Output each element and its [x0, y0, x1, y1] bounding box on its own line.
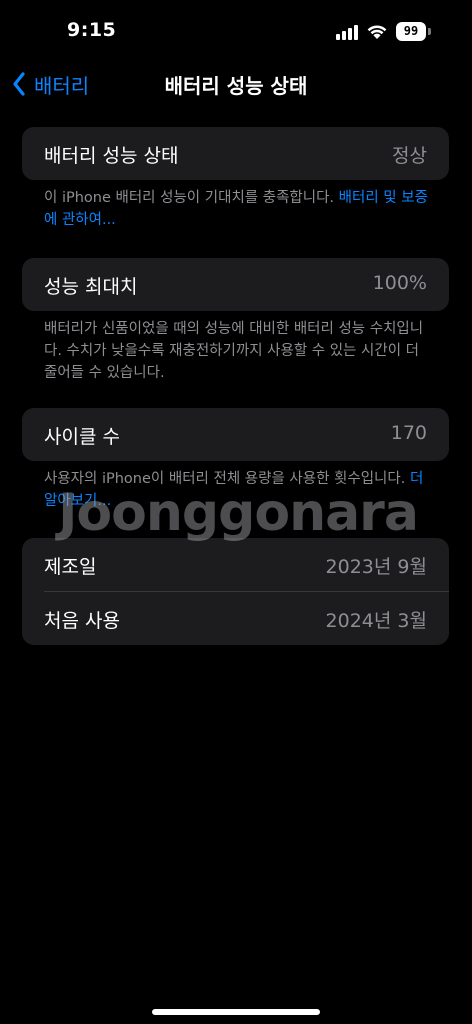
first-use-value: 2024년 3월: [325, 610, 427, 632]
manufacture-date-label: 제조일: [44, 556, 97, 578]
manufacture-date-row: 제조일 2023년 9월: [22, 538, 449, 591]
cycle-count-label: 사이클 수: [44, 426, 120, 448]
health-label: 배터리 성능 상태: [44, 145, 179, 167]
max-capacity-footnote: 배터리가 신품이었을 때의 성능에 대비한 배터리 성능 수치입니다. 수치가 …: [44, 321, 424, 381]
health-card: 배터리 성능 상태 정상: [22, 127, 449, 180]
health-footnote-text: 이 iPhone 배터리 성능이 기대치를 충족합니다.: [44, 190, 339, 206]
cycle-count-card: 사이클 수 170: [22, 408, 449, 461]
signal-icon: [336, 24, 360, 40]
status-bar: 9:15 99: [0, 0, 472, 64]
first-use-row: 처음 사용 2024년 3월: [22, 592, 449, 645]
max-capacity-value: 100%: [372, 272, 427, 294]
first-use-label: 처음 사용: [44, 610, 120, 632]
wifi-icon: [367, 25, 387, 39]
page-title: 배터리 성능 상태: [164, 74, 308, 98]
navigation-bar: 배터리 배터리 성능 상태: [0, 64, 472, 104]
battery-tip: [428, 28, 431, 35]
dates-card: 제조일 2023년 9월 처음 사용 2024년 3월: [22, 538, 449, 645]
battery-icon: 99: [396, 22, 426, 41]
cycle-count-footnote-text: 사용자의 iPhone이 배터리 전체 용량을 사용한 횟수입니다.: [44, 471, 410, 487]
health-row: 배터리 성능 상태 정상: [22, 127, 449, 180]
max-capacity-label: 성능 최대치: [44, 276, 138, 298]
health-value: 정상: [392, 145, 427, 167]
manufacture-date-value: 2023년 9월: [325, 556, 427, 578]
home-indicator[interactable]: [152, 1009, 320, 1015]
max-capacity-card: 성능 최대치 100%: [22, 258, 449, 311]
cycle-count-row: 사이클 수 170: [22, 408, 449, 461]
max-capacity-row: 성능 최대치 100%: [22, 258, 449, 311]
cycle-count-footnote: 사용자의 iPhone이 배터리 전체 용량을 사용한 횟수입니다. 더 알아보…: [44, 468, 429, 512]
cycle-count-value: 170: [390, 422, 427, 444]
health-footnote: 이 iPhone 배터리 성능이 기대치를 충족합니다. 배터리 및 보증에 관…: [44, 187, 429, 231]
status-time: 9:15: [67, 19, 117, 41]
